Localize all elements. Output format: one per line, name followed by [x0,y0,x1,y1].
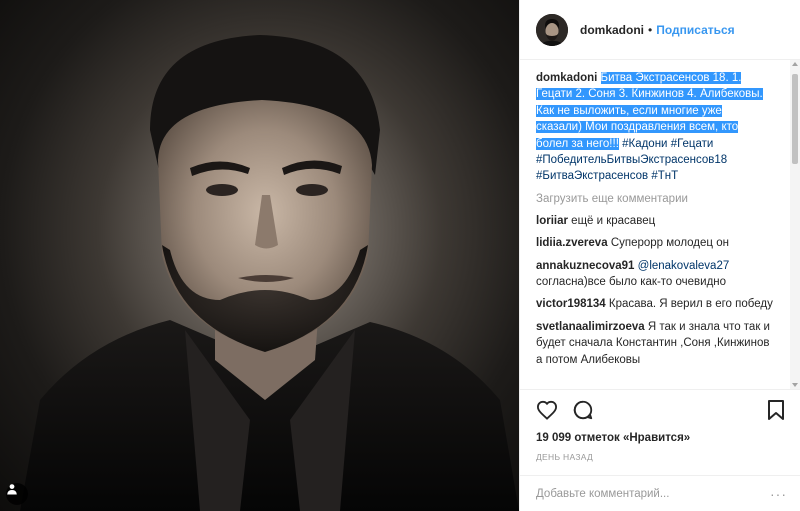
load-more-comments-button[interactable]: Загрузить еще комментарии [536,193,792,205]
post-header: domkadoni • Подписаться [520,0,800,60]
scroll-thumb[interactable] [792,74,798,164]
post-photo[interactable] [0,0,519,511]
post-timestamp[interactable]: ДЕНЬ НАЗАД [536,452,785,462]
post-caption: domkadoni Битва Экстрасенсов 18. 1. Геца… [536,70,768,185]
comment-item: loriiar ещё и красавец [536,213,776,229]
comment-icon[interactable] [572,399,594,421]
scroll-down-arrow-icon[interactable] [792,383,798,387]
scroll-up-arrow-icon[interactable] [792,62,798,66]
comment-item: victor198134 Красава. Я верил в его побе… [536,296,776,312]
action-icons [536,398,785,422]
post-sidebar: domkadoni • Подписаться domkadoni Битва … [519,0,800,511]
comment-item: lidiia.zvereva Суперорр молодец он [536,235,776,251]
more-options-icon[interactable]: ··· [770,486,787,502]
hashtag-link[interactable]: #ТнТ [651,170,678,182]
post-actions: 19 099 отметок «Нравится» ДЕНЬ НАЗАД [520,389,800,462]
comment-text: согласна)все было как-то очевидно [536,276,727,289]
portrait-illustration [20,35,519,511]
comment-username[interactable]: lidiia.zvereva [536,237,608,249]
comment-text: ещё и красавец [571,214,656,227]
comments-scrollbar[interactable] [790,60,800,389]
heart-icon[interactable] [536,400,558,420]
comment-item: svetlanaalimirzoeva Я так и знала что та… [536,319,776,368]
header-username[interactable]: domkadoni [580,23,644,37]
add-comment-bar: ··· [520,475,800,511]
instagram-post: domkadoni • Подписаться domkadoni Битва … [0,0,800,511]
comment-text: Суперорр молодец он [610,237,729,250]
avatar[interactable] [536,13,568,46]
comment-text: Красава. Я верил в его победу [608,298,773,311]
bookmark-icon[interactable] [767,399,785,421]
comment-item: annakuznecova91 @lenakovaleva27 согласна… [536,258,776,291]
comments-list[interactable]: domkadoni Битва Экстрасенсов 18. 1. Геца… [520,60,792,389]
hashtag-link[interactable]: #ПобедительБитвыЭкстрасенсов18 [536,154,727,166]
hashtag-link[interactable]: #БитваЭкстрасенсов [536,170,648,182]
comment-username[interactable]: svetlanaalimirzoeva [536,321,645,333]
comment-username[interactable]: annakuznecova91 [536,260,634,272]
comment-username[interactable]: loriiar [536,215,568,227]
user-tag-icon[interactable] [6,483,28,505]
header-separator: • [648,22,653,37]
add-comment-input[interactable] [536,487,770,500]
hashtag-link[interactable]: #Гецати [671,138,714,150]
caption-username[interactable]: domkadoni [536,72,597,84]
hashtag-link[interactable]: #Кадони [622,138,667,150]
likes-count[interactable]: 19 099 отметок «Нравится» [536,432,785,444]
follow-button[interactable]: Подписаться [656,23,734,37]
comment-username[interactable]: victor198134 [536,298,606,310]
comment-mention[interactable]: @lenakovaleva27 [638,260,730,272]
